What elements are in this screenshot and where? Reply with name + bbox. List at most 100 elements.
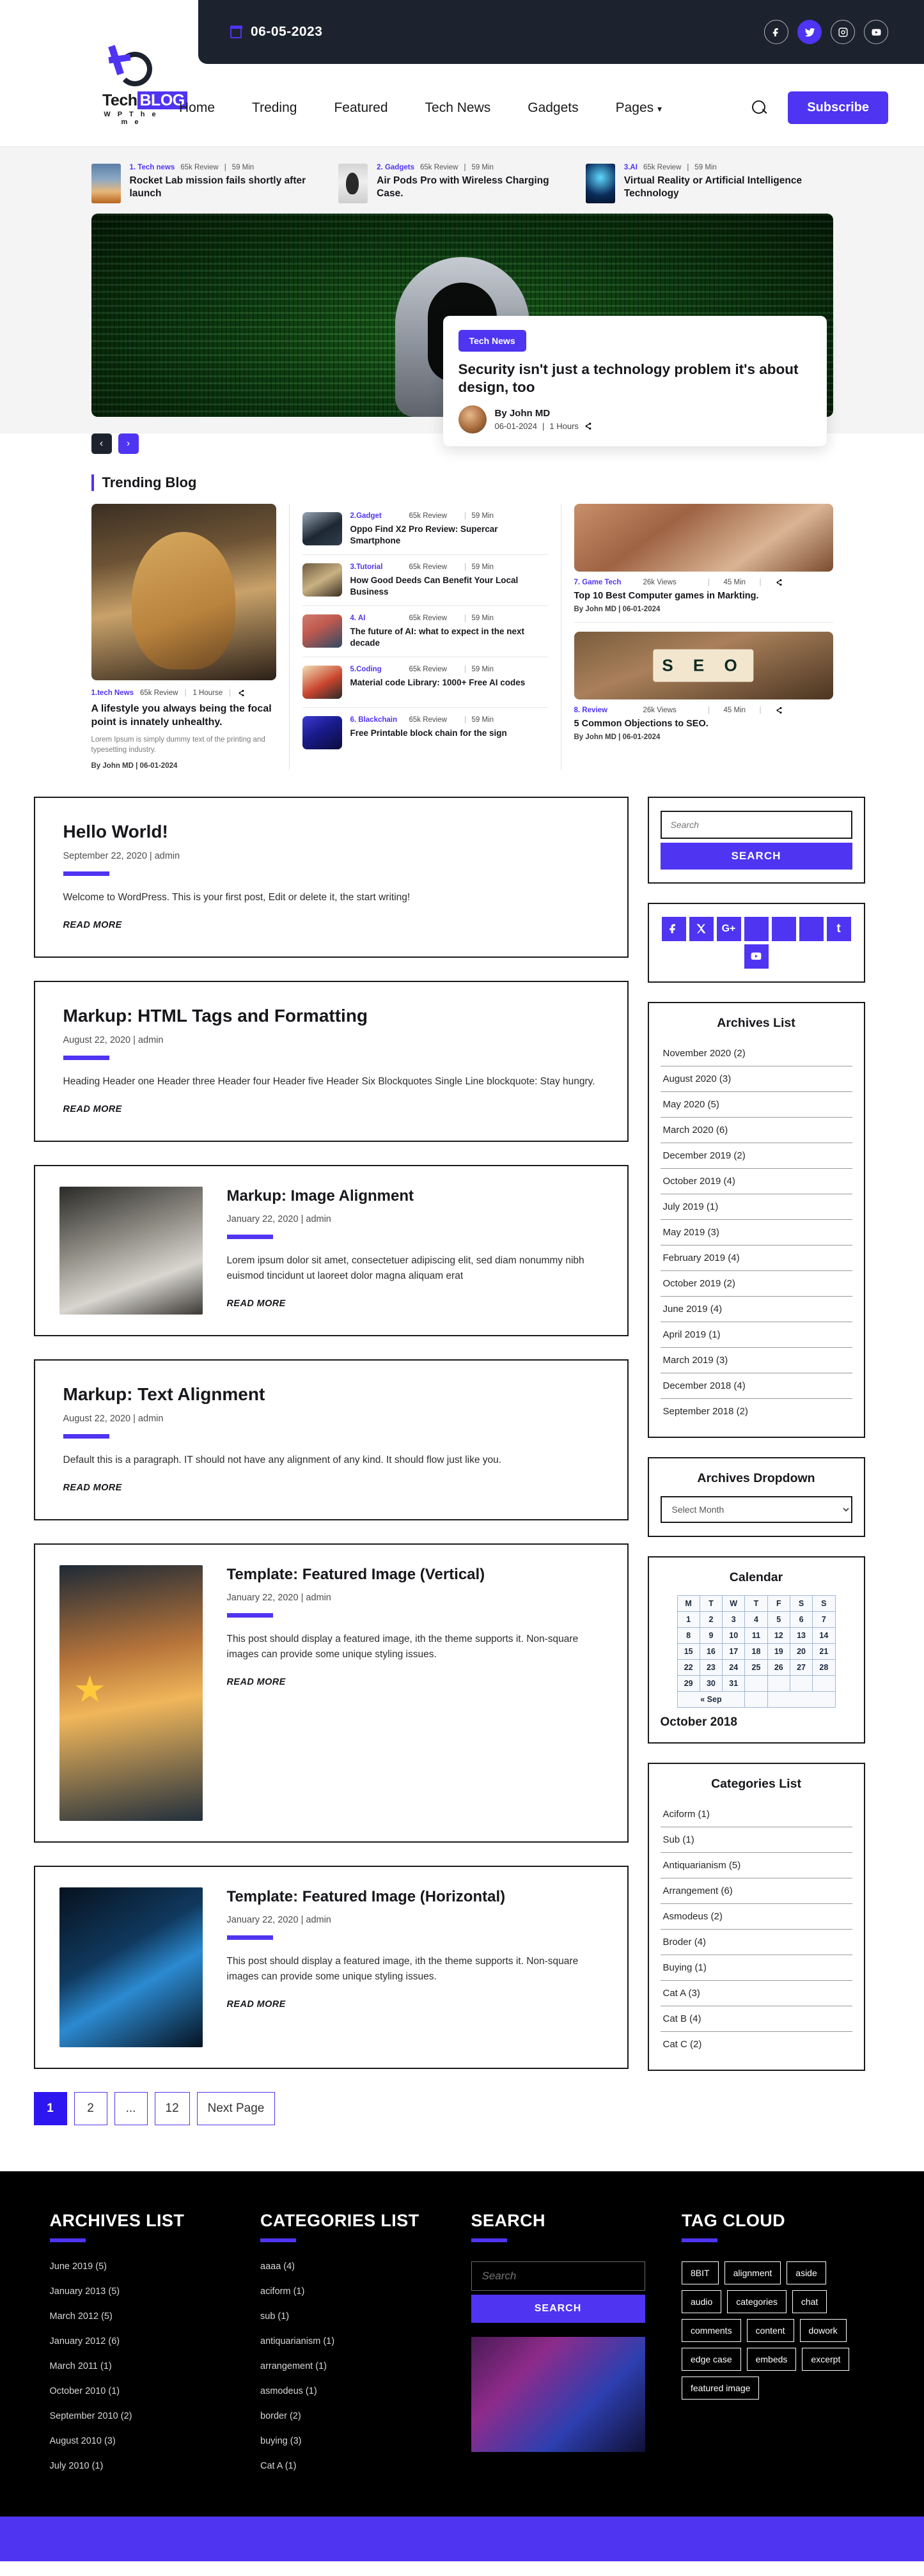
carousel-next-button[interactable]: › <box>118 433 139 454</box>
calendar-day-cell[interactable]: 31 <box>722 1674 746 1692</box>
headline-item[interactable]: 2. Gadgets 65k Review | 59 Min Air Pods … <box>338 164 586 203</box>
tumblr-icon[interactable]: t <box>826 916 851 941</box>
headline-item[interactable]: 3.AI 65k Review | 59 Min Virtual Reality… <box>585 164 833 203</box>
share-icon[interactable] <box>775 706 783 714</box>
list-item[interactable]: October 2019 (2) <box>660 1271 852 1297</box>
list-item[interactable]: February 2019 (4) <box>660 1245 852 1271</box>
calendar-day-cell[interactable]: 10 <box>722 1627 746 1644</box>
pagination-page-12[interactable]: 12 <box>154 2092 190 2126</box>
calendar-day-cell[interactable]: 30 <box>699 1674 723 1692</box>
hero-card[interactable]: Tech News Security isn't just a technolo… <box>442 315 827 446</box>
calendar-day-cell[interactable]: 24 <box>722 1659 746 1676</box>
list-item[interactable]: aciform (1) <box>260 2286 453 2297</box>
tag-item[interactable]: comments <box>682 2319 741 2343</box>
list-item[interactable]: antiquarianism (1) <box>260 2336 453 2346</box>
youtube-icon[interactable] <box>744 944 769 969</box>
list-item[interactable]: April 2019 (1) <box>660 1322 852 1348</box>
list-item[interactable]: January 2013 (5) <box>50 2286 243 2297</box>
footer-search-input[interactable] <box>471 2261 645 2291</box>
facebook-icon[interactable] <box>661 916 686 941</box>
post-card[interactable]: Hello World! September 22, 2020 | admin … <box>33 796 629 958</box>
list-item[interactable]: June 2019 (5) <box>50 2261 243 2272</box>
list-item[interactable]: sub (1) <box>260 2311 453 2322</box>
social-blank-2-icon[interactable] <box>771 916 796 941</box>
list-item[interactable]: March 2011 (1) <box>50 2361 243 2371</box>
read-more-link[interactable]: READ MORE <box>227 1299 286 1309</box>
list-item[interactable]: September 2018 (2) <box>661 1399 852 1424</box>
tag-item[interactable]: featured image <box>682 2377 760 2400</box>
list-item[interactable]: 2.Gadget 65k Review | 59 Min Oppo Find X… <box>302 504 548 556</box>
list-item[interactable]: March 2020 (6) <box>660 1118 852 1143</box>
list-item[interactable]: Cat A (3) <box>660 1981 852 2006</box>
list-item[interactable]: 3.Tutorial 65k Review | 59 Min How Good … <box>302 555 548 607</box>
nav-item-pages[interactable]: Pages ▾ <box>616 100 662 116</box>
list-item[interactable]: May 2019 (3) <box>660 1220 852 1245</box>
list-item[interactable]: Sub (1) <box>660 1827 852 1853</box>
calendar-day-cell[interactable]: 16 <box>699 1643 723 1660</box>
carousel-prev-button[interactable]: ‹ <box>91 433 112 454</box>
list-item[interactable]: September 2010 (2) <box>50 2411 243 2421</box>
tag-item[interactable]: dowork <box>799 2319 847 2343</box>
list-item[interactable]: July 2010 (1) <box>50 2461 243 2471</box>
calendar-day-cell[interactable]: 21 <box>812 1643 836 1660</box>
search-button[interactable]: SEARCH <box>660 842 852 870</box>
calendar-day-cell[interactable]: 9 <box>699 1627 723 1644</box>
footer-search-button[interactable]: SEARCH <box>471 2295 645 2323</box>
read-more-link[interactable]: READ MORE <box>63 920 122 930</box>
read-more-link[interactable]: READ MORE <box>63 1104 122 1114</box>
calendar-day-cell[interactable]: 22 <box>677 1659 700 1676</box>
list-item[interactable]: November 2020 (2) <box>660 1041 852 1066</box>
list-item[interactable]: 5.Coding 65k Review | 59 Min Material co… <box>302 657 548 708</box>
list-item[interactable]: Broder (4) <box>660 1930 852 1955</box>
calendar-day-cell[interactable]: 15 <box>677 1643 700 1660</box>
search-input[interactable] <box>660 810 852 839</box>
calendar-day-cell[interactable]: 3 <box>722 1611 746 1628</box>
calendar-day-cell[interactable]: 13 <box>789 1627 813 1644</box>
list-item[interactable]: December 2019 (2) <box>660 1143 852 1169</box>
calendar-prev-month-link[interactable]: « Sep <box>677 1690 746 1708</box>
calendar-day-cell[interactable]: 7 <box>812 1611 836 1628</box>
post-card[interactable]: Markup: Image Alignment January 22, 2020… <box>33 1165 629 1337</box>
tag-item[interactable]: excerpt <box>802 2348 850 2371</box>
post-card[interactable]: Template: Featured Image (Vertical) Janu… <box>33 1543 629 1843</box>
x-twitter-icon[interactable] <box>689 916 714 941</box>
list-item[interactable]: Buying (1) <box>660 1955 852 1981</box>
list-item[interactable]: Cat C (2) <box>661 2032 852 2057</box>
instagram-icon[interactable] <box>831 20 855 44</box>
facebook-icon[interactable] <box>764 20 788 44</box>
list-item[interactable]: arrangement (1) <box>260 2361 453 2371</box>
pagination-page-2[interactable]: 2 <box>74 2092 107 2126</box>
calendar-day-cell[interactable]: 4 <box>744 1611 768 1628</box>
search-icon[interactable] <box>752 100 767 116</box>
calendar-day-cell[interactable]: 14 <box>812 1627 836 1644</box>
list-item[interactable]: Aciform (1) <box>660 1802 852 1827</box>
list-item[interactable]: Cat A (1) <box>260 2461 453 2471</box>
calendar-day-cell[interactable]: 12 <box>767 1627 790 1644</box>
list-item[interactable]: October 2019 (4) <box>660 1169 852 1194</box>
calendar-day-cell[interactable]: 11 <box>744 1627 768 1644</box>
list-item[interactable]: July 2019 (1) <box>660 1194 852 1220</box>
list-item[interactable]: 6. Blackchain 65k Review | 59 Min Free P… <box>302 708 548 758</box>
list-item[interactable]: Asmodeus (2) <box>660 1904 852 1930</box>
share-icon[interactable] <box>584 422 592 430</box>
tag-item[interactable]: 8BIT <box>682 2261 719 2285</box>
calendar-day-cell[interactable]: 28 <box>812 1659 836 1676</box>
calendar-day-cell[interactable]: 18 <box>744 1643 768 1660</box>
calendar-day-cell[interactable]: 17 <box>722 1643 746 1660</box>
nav-item-gadgets[interactable]: Gadgets <box>528 100 578 116</box>
list-item[interactable]: August 2020 (3) <box>660 1066 852 1092</box>
twitter-icon[interactable] <box>797 20 822 44</box>
list-item[interactable]: aaaa (4) <box>260 2261 453 2272</box>
nav-item-home[interactable]: Home <box>179 100 215 116</box>
calendar-day-cell[interactable]: 27 <box>789 1659 813 1676</box>
trending-card[interactable]: 7. Game Tech 26k Views | 45 Min | Top 10… <box>574 504 833 622</box>
social-blank-1-icon[interactable] <box>744 916 769 941</box>
google-plus-icon[interactable]: G+ <box>716 916 741 941</box>
archives-dropdown-select[interactable]: Select Month <box>660 1495 852 1523</box>
list-item[interactable]: Antiquarianism (5) <box>660 1853 852 1878</box>
list-item[interactable]: May 2020 (5) <box>660 1092 852 1118</box>
list-item[interactable]: December 2018 (4) <box>660 1373 852 1399</box>
list-item[interactable]: Cat B (4) <box>660 2006 852 2032</box>
headline-item[interactable]: 1. Tech news 65k Review | 59 Min Rocket … <box>91 164 339 203</box>
pagination-ellipsis[interactable]: ... <box>114 2092 148 2126</box>
